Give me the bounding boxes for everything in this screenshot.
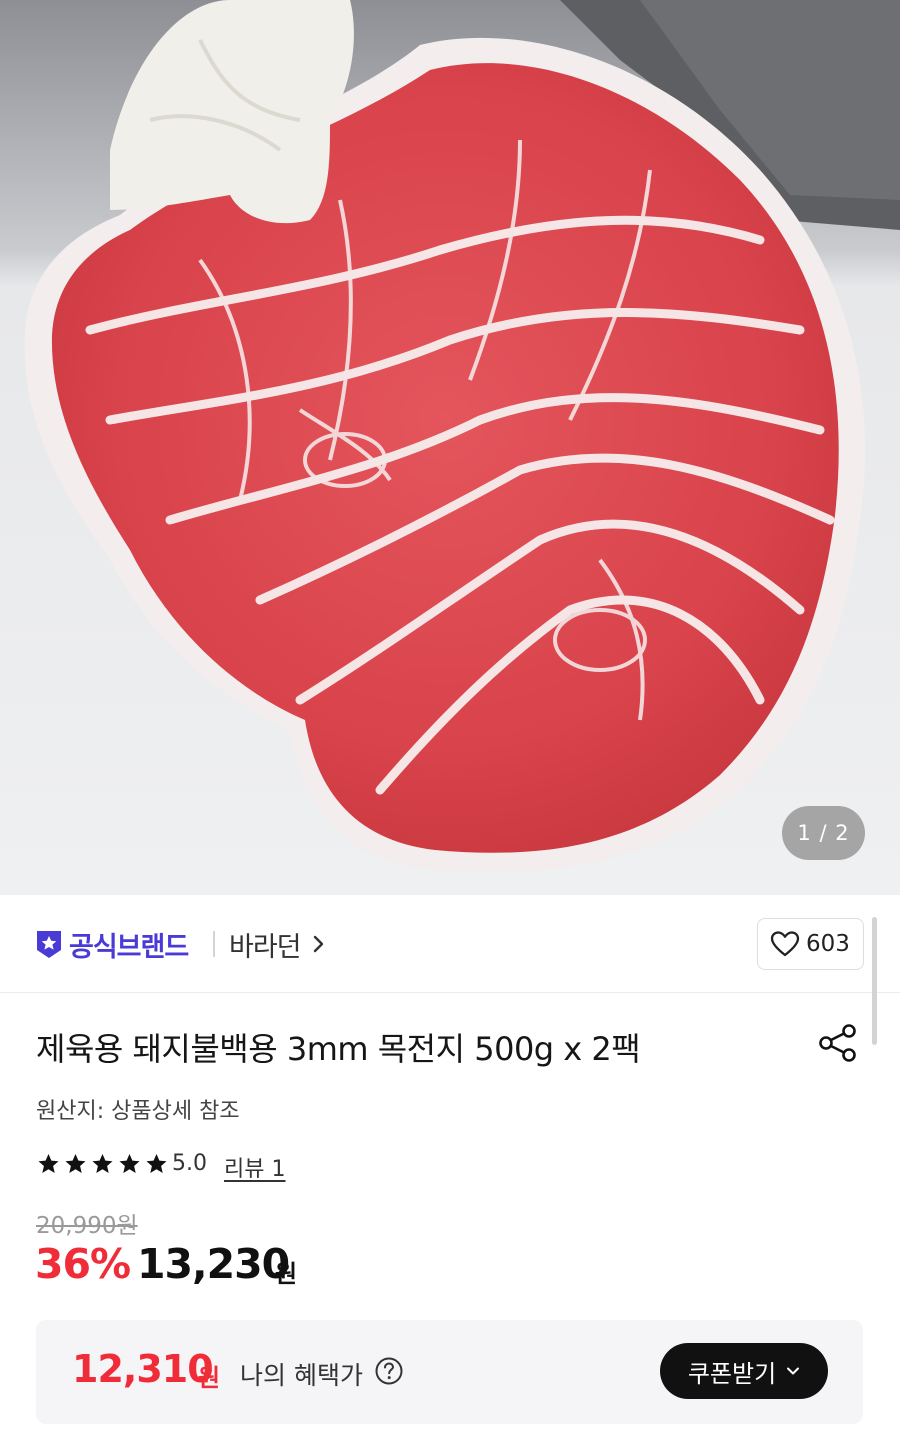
product-image[interactable]: 1 / 2 — [0, 0, 900, 895]
sale-price: 13,230 — [137, 1240, 290, 1288]
heart-outline-icon — [770, 931, 800, 957]
get-coupon-label: 쿠폰받기 — [687, 1359, 777, 1388]
star-icon — [146, 1154, 167, 1173]
benefit-price-currency: 원 — [198, 1364, 221, 1392]
scrollbar[interactable] — [872, 917, 877, 1045]
benefit-price-label: 나의 혜택가 — [240, 1361, 363, 1390]
official-brand-label[interactable]: 공식브랜드 — [69, 925, 189, 964]
rating-score: 5.0 — [172, 1151, 207, 1176]
like-button[interactable]: 603 — [757, 918, 864, 970]
product-title: 제육용 돼지불백용 3mm 목전지 500g x 2팩 — [36, 1030, 641, 1068]
star-icon — [92, 1154, 113, 1173]
like-count: 603 — [806, 931, 850, 957]
share-icon[interactable] — [816, 1022, 860, 1064]
brand-divider — [213, 931, 215, 957]
sale-price-currency: 원 — [275, 1260, 298, 1288]
rating-stars — [36, 1152, 169, 1176]
star-icon — [38, 1154, 59, 1173]
original-price: 20,990원 — [36, 1213, 138, 1239]
star-icon — [119, 1154, 140, 1173]
benefit-price: 12,310 — [72, 1347, 214, 1391]
discount-rate: 36% — [35, 1240, 131, 1288]
official-star-badge-icon — [37, 931, 61, 958]
chevron-down-icon — [787, 1367, 800, 1375]
star-icon — [65, 1154, 86, 1173]
review-link[interactable]: 리뷰 1 — [224, 1151, 285, 1183]
get-coupon-button[interactable]: 쿠폰받기 — [660, 1343, 828, 1399]
image-page-indicator: 1 / 2 — [782, 806, 865, 860]
product-photo-illustration — [0, 0, 900, 895]
origin-info: 원산지: 상품상세 참조 — [36, 1099, 240, 1124]
question-circle-icon[interactable] — [374, 1356, 404, 1386]
brand-name-link[interactable]: 바라던 — [229, 925, 302, 964]
chevron-right-icon[interactable] — [312, 933, 326, 955]
